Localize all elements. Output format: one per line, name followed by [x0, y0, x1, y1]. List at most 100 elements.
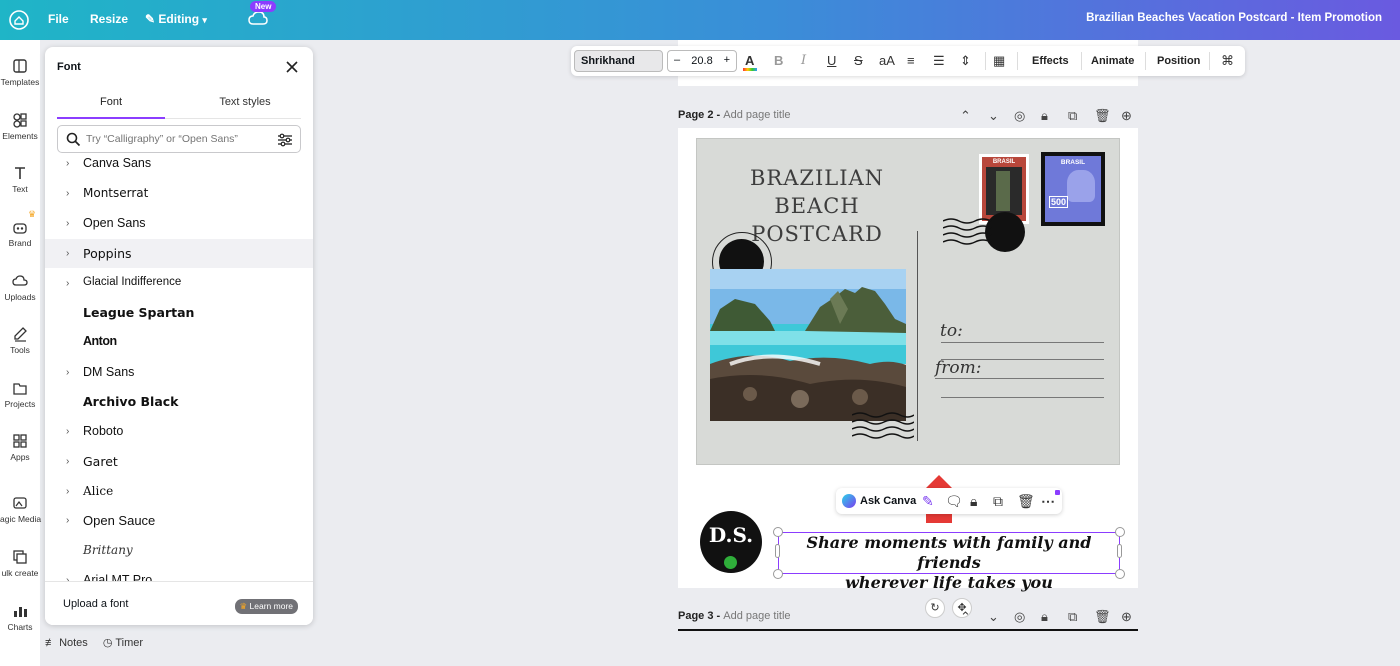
chevron-down-icon[interactable]: ⌄	[988, 609, 999, 625]
increase-size-button[interactable]: +	[724, 54, 730, 66]
resize-handle[interactable]	[1115, 569, 1125, 579]
font-item-archivo-black[interactable]: Archivo Black	[45, 387, 313, 416]
resize-handle[interactable]	[773, 569, 783, 579]
home-icon[interactable]	[8, 9, 30, 31]
chevron-right-icon[interactable]: ›	[66, 486, 69, 497]
close-icon[interactable]	[285, 60, 299, 74]
chevron-up-icon[interactable]: ⌃	[960, 108, 971, 124]
delete-icon[interactable]: 🗑︎	[1094, 108, 1111, 124]
font-item-dm-sans[interactable]: › DM Sans	[45, 358, 313, 387]
chevron-right-icon[interactable]: ›	[66, 158, 69, 169]
list-icon[interactable]: ☰	[933, 53, 945, 69]
rail-uploads[interactable]: Uploads	[0, 273, 40, 302]
font-item-brittany[interactable]: Brittany	[45, 536, 313, 565]
caption-text-box[interactable]: Share moments with family and friends wh…	[778, 532, 1120, 592]
postmark-waves[interactable]	[852, 411, 914, 443]
case-icon[interactable]: aA	[879, 53, 895, 68]
text-color-icon[interactable]: A	[743, 53, 757, 71]
search-input[interactable]	[86, 130, 266, 148]
magic-wand-icon[interactable]: ✎	[922, 493, 934, 510]
page-2-label[interactable]: Page 2 - Add page title	[678, 109, 791, 121]
align-icon[interactable]: ≡	[907, 53, 915, 68]
animate-button[interactable]: Animate	[1091, 55, 1134, 67]
resize-handle[interactable]	[773, 527, 783, 537]
tab-text-styles[interactable]: Text styles	[185, 96, 305, 108]
cloud-sync-icon[interactable]	[248, 10, 268, 28]
hide-icon[interactable]: ◎	[1014, 108, 1025, 124]
italic-icon[interactable]: I	[801, 53, 806, 68]
font-item-alice[interactable]: › Alice	[45, 477, 313, 506]
duplicate-icon[interactable]: ⧉	[993, 493, 1003, 510]
page-3-label[interactable]: Page 3 - Add page title	[678, 610, 791, 622]
font-item-glacial-indifference[interactable]: › Glacial Indifference	[45, 269, 313, 298]
font-item-garet[interactable]: › Garet	[45, 447, 313, 476]
ask-canva-button[interactable]: Ask Canva	[860, 495, 916, 507]
duplicate-icon[interactable]: ⧉	[1068, 609, 1077, 625]
rail-magic-media[interactable]: agic Media	[0, 495, 41, 524]
font-item-arial-mt-pro[interactable]: › Arial MT Pro	[45, 566, 313, 581]
chevron-right-icon[interactable]: ›	[66, 188, 69, 199]
learn-more-badge[interactable]: ♛ Learn more	[234, 599, 298, 614]
filter-icon[interactable]	[277, 132, 293, 147]
rail-text[interactable]: Text	[0, 165, 40, 194]
font-item-roboto[interactable]: › Roboto	[45, 417, 313, 446]
side-handle[interactable]	[775, 544, 780, 558]
more-icon[interactable]: ⋯	[1041, 493, 1055, 510]
chevron-right-icon[interactable]: ›	[66, 456, 69, 467]
editing-button[interactable]: ✎ Editing ▾	[145, 12, 207, 26]
bold-icon[interactable]: B	[774, 53, 783, 68]
upload-font-link[interactable]: Upload a font	[63, 598, 128, 610]
rail-charts[interactable]: Charts	[0, 603, 40, 632]
resize-handle[interactable]	[1115, 527, 1125, 537]
rail-apps[interactable]: Apps	[0, 433, 40, 462]
effects-button[interactable]: Effects	[1032, 55, 1069, 67]
font-item-league-spartan[interactable]: League Spartan	[45, 298, 313, 327]
decrease-size-button[interactable]: –	[674, 54, 680, 66]
comment-icon[interactable]: 🗨︎	[945, 493, 963, 510]
delete-icon[interactable]: 🗑︎	[1094, 609, 1111, 625]
chevron-right-icon[interactable]: ›	[66, 367, 69, 378]
postcard[interactable]: BRAZILIAN BEACH POSTCARD to: from: BRASI…	[696, 138, 1120, 465]
rail-templates[interactable]: Templates	[0, 58, 40, 87]
transparency-icon[interactable]: ▦	[993, 53, 1005, 69]
lock-icon[interactable]: 🔒︎	[970, 493, 977, 510]
delete-icon[interactable]: 🗑︎	[1017, 493, 1035, 510]
hide-icon[interactable]: ◎	[1014, 609, 1025, 625]
strikethrough-icon[interactable]: S	[854, 53, 863, 68]
font-item-montserrat[interactable]: › Montserrat	[45, 179, 313, 208]
resize-button[interactable]: Resize	[90, 12, 128, 26]
ds-logo[interactable]: D.S.	[700, 511, 762, 573]
position-button[interactable]: Position	[1157, 55, 1200, 67]
document-title[interactable]: Brazilian Beaches Vacation Postcard - It…	[1086, 12, 1382, 24]
side-handle[interactable]	[1117, 544, 1122, 558]
page-title-placeholder[interactable]: Add page title	[723, 610, 790, 622]
font-item-canva-sans[interactable]: › Canva Sans	[45, 155, 313, 178]
stamp-brasil-2[interactable]: BRASIL 500	[1041, 152, 1105, 226]
font-item-anton[interactable]: Anton	[45, 327, 313, 356]
notes-button[interactable]: ≢ Notes	[45, 637, 88, 649]
chevron-right-icon[interactable]: ›	[66, 218, 69, 229]
chevron-right-icon[interactable]: ›	[66, 515, 69, 526]
rotate-icon[interactable]: ↻	[925, 598, 945, 618]
duplicate-icon[interactable]: ⧉	[1068, 108, 1077, 124]
rail-tools[interactable]: Tools	[0, 326, 40, 355]
paint-format-icon[interactable]: ⌘	[1221, 53, 1234, 69]
file-menu[interactable]: File	[48, 12, 69, 26]
spacing-icon[interactable]: ⇕	[960, 53, 971, 69]
chevron-right-icon[interactable]: ›	[66, 278, 69, 289]
beach-photo[interactable]	[710, 269, 906, 421]
stamp-postmark[interactable]	[943, 209, 1031, 255]
font-item-open-sans[interactable]: › Open Sans	[45, 209, 313, 238]
font-selector[interactable]: Shrikhand	[574, 50, 663, 72]
rail-brand[interactable]: ♛ Brand	[0, 209, 40, 248]
font-item-open-sauce[interactable]: › Open Sauce	[45, 506, 313, 535]
underline-icon[interactable]: U	[827, 53, 836, 68]
lock-icon[interactable]: 🔒︎	[1041, 609, 1048, 625]
chevron-down-icon[interactable]: ⌄	[988, 108, 999, 124]
chevron-right-icon[interactable]: ›	[66, 248, 69, 259]
font-size-value[interactable]: 20.8	[691, 55, 712, 67]
timer-button[interactable]: ◷ Timer	[103, 637, 143, 649]
chevron-up-icon[interactable]: ⌃	[960, 609, 971, 625]
font-item-poppins[interactable]: › Poppins	[45, 239, 313, 268]
lock-icon[interactable]: 🔒︎	[1041, 108, 1048, 124]
